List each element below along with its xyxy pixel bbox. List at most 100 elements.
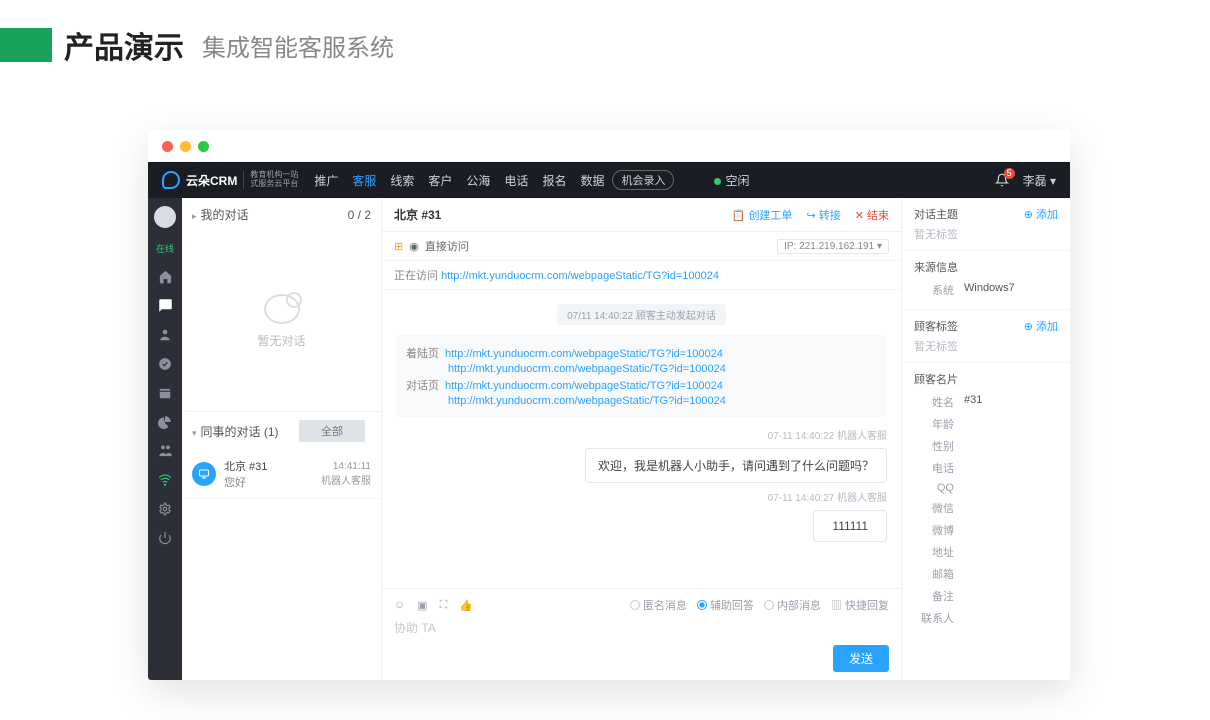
monitor-icon [192, 462, 216, 486]
pie-icon[interactable] [158, 414, 173, 429]
image-icon[interactable]: ▣ [417, 599, 427, 612]
end-button[interactable]: ✕ 结束 [855, 207, 889, 223]
mac-titlebar [148, 130, 1070, 162]
bot-message: 111111 [813, 510, 887, 542]
chat-item-msg: 您好 [224, 474, 313, 490]
chrome-icon: ◉ [409, 240, 419, 253]
chat-item-name: 北京 #31 [224, 458, 313, 474]
all-button[interactable]: 全部 [299, 420, 365, 442]
chat-item-time: 14:41:11 [321, 461, 371, 472]
current-user[interactable]: 李磊 ▾ [1023, 172, 1056, 189]
landing-link[interactable]: http://mkt.yunduocrm.com/webpageStatic/T… [445, 348, 723, 360]
logo-icon [162, 171, 180, 189]
group-icon[interactable] [158, 443, 173, 458]
maximize-icon[interactable] [198, 141, 209, 152]
colleague-chats-header[interactable]: ▾同事的对话 (1) 全部 [182, 411, 381, 450]
accent-bar [0, 28, 52, 62]
create-ticket-button[interactable]: 📋 创建工单 [732, 207, 793, 223]
add-tag-button[interactable]: ⊕ 添加 [1024, 318, 1058, 334]
windows-icon: ⊞ [394, 240, 403, 253]
system-value: Windows7 [964, 282, 1015, 298]
access-label: 直接访问 [425, 238, 469, 254]
tags-title: 顾客标签 [914, 318, 958, 334]
visiting-label: 正在访问 [394, 270, 438, 282]
landing-link[interactable]: http://mkt.yunduocrm.com/webpageStatic/T… [448, 363, 726, 375]
nav-items: 推广 客服 线索 客户 公海 电话 报名 数据 [314, 172, 604, 189]
card-title: 顾客名片 [914, 371, 958, 387]
nav-item[interactable]: 电话 [504, 172, 528, 189]
chat-icon[interactable] [158, 298, 173, 313]
msg-meta: 07-11 14:40:27 机器人客服 [396, 489, 887, 504]
add-topic-button[interactable]: ⊕ 添加 [1024, 206, 1058, 222]
nav-item[interactable]: 推广 [314, 172, 338, 189]
card-name: #31 [964, 394, 982, 410]
brand-text: 云朵CRM [186, 172, 237, 189]
link-block: 着陆页http://mkt.yunduocrm.com/webpageStati… [396, 335, 887, 417]
thumb-icon[interactable]: 👍 [459, 599, 473, 612]
calendar-icon[interactable] [158, 385, 173, 400]
nav-item[interactable]: 客服 [352, 172, 376, 189]
chatpage-link[interactable]: http://mkt.yunduocrm.com/webpageStatic/T… [448, 395, 726, 407]
status-dot-icon [714, 178, 721, 185]
nav-item[interactable]: 客户 [428, 172, 452, 189]
visiting-link[interactable]: http://mkt.yunduocrm.com/webpageStatic/T… [441, 270, 719, 282]
home-icon[interactable] [158, 269, 173, 284]
message-input[interactable] [394, 621, 889, 635]
empty-text: 暂无对话 [257, 332, 305, 349]
compose-area: ☺ ▣ ⛶ 👍 匿名消息 辅助回答 内部消息 ▥ 快捷回复 发送 [382, 588, 901, 680]
bot-message: 欢迎，我是机器人小助手，请问遇到了什么问题吗？ [585, 448, 887, 483]
conversation-title: 北京 #31 [394, 206, 441, 223]
bell-icon[interactable]: 5 [995, 173, 1009, 187]
brand: 云朵CRM 教育机构一站式服务云平台 [162, 171, 298, 189]
topic-title: 对话主题 [914, 206, 958, 222]
nav-item[interactable]: 线索 [390, 172, 414, 189]
assist-toggle[interactable]: 辅助回答 [697, 597, 754, 613]
my-chats-count: 0 / 2 [348, 208, 371, 222]
slide-header: 产品演示 集成智能客服系统 [0, 0, 1210, 90]
quick-reply-button[interactable]: ▥ 快捷回复 [831, 597, 889, 613]
side-rail: 在线 [148, 198, 182, 680]
anon-toggle[interactable]: 匿名消息 [630, 597, 687, 613]
emoji-icon[interactable]: ☺ [394, 599, 405, 611]
chat-item-src: 机器人客服 [321, 472, 371, 487]
no-tag: 暂无标签 [914, 338, 1058, 354]
agent-status[interactable]: 空闲 [714, 172, 749, 189]
empty-state: 暂无对话 [182, 231, 381, 411]
conversation-panel: 北京 #31 📋 创建工单 ↪ 转接 ✕ 结束 ⊞ ◉ 直接访问 IP: 221… [382, 198, 902, 680]
source-title: 来源信息 [914, 259, 958, 275]
top-nav: 云朵CRM 教育机构一站式服务云平台 推广 客服 线索 客户 公海 电话 报名 … [148, 162, 1070, 198]
app-window: 云朵CRM 教育机构一站式服务云平台 推广 客服 线索 客户 公海 电话 报名 … [148, 130, 1070, 680]
nav-item[interactable]: 数据 [580, 172, 604, 189]
title-sub: 集成智能客服系统 [202, 28, 394, 63]
power-icon[interactable] [158, 530, 173, 545]
msg-meta: 07-11 14:40:22 机器人客服 [396, 427, 887, 442]
internal-toggle[interactable]: 内部消息 [764, 597, 821, 613]
brand-tagline: 教育机构一站式服务云平台 [243, 171, 298, 189]
transfer-button[interactable]: ↪ 转接 [806, 207, 840, 223]
notification-badge: 5 [1004, 168, 1015, 179]
online-label: 在线 [156, 242, 174, 255]
person-icon[interactable] [158, 327, 173, 342]
chatpage-link[interactable]: http://mkt.yunduocrm.com/webpageStatic/T… [445, 380, 723, 392]
check-icon[interactable] [158, 356, 173, 371]
attachment-icon[interactable]: ⛶ [440, 599, 448, 612]
info-panel: 对话主题 ⊕ 添加 暂无标签 来源信息 系统Windows7 顾客标签 ⊕ 添加… [902, 198, 1070, 680]
ip-box: IP: 221.219.162.191 ▾ [777, 239, 889, 254]
close-icon[interactable] [162, 141, 173, 152]
nav-item[interactable]: 公海 [466, 172, 490, 189]
avatar[interactable] [154, 206, 176, 228]
left-panel: ▸我的对话 0 / 2 暂无对话 ▾同事的对话 (1) 全部 北京 #31 您好 [182, 198, 382, 680]
send-button[interactable]: 发送 [833, 645, 889, 672]
chat-list-item[interactable]: 北京 #31 您好 14:41:11 机器人客服 [182, 450, 381, 499]
minimize-icon[interactable] [180, 141, 191, 152]
my-chats-header[interactable]: ▸我的对话 0 / 2 [182, 198, 381, 231]
nav-item[interactable]: 报名 [542, 172, 566, 189]
gear-icon[interactable] [158, 501, 173, 516]
title-main: 产品演示 [64, 23, 184, 67]
no-tag: 暂无标签 [914, 226, 1058, 242]
wifi-icon[interactable] [158, 472, 173, 487]
chat-body[interactable]: 07/11 14:40:22 顾客主动发起对话 着陆页http://mkt.yu… [382, 290, 901, 588]
empty-icon [264, 294, 300, 324]
record-button[interactable]: 机会录入 [612, 170, 674, 190]
system-chip: 07/11 14:40:22 顾客主动发起对话 [557, 304, 726, 325]
